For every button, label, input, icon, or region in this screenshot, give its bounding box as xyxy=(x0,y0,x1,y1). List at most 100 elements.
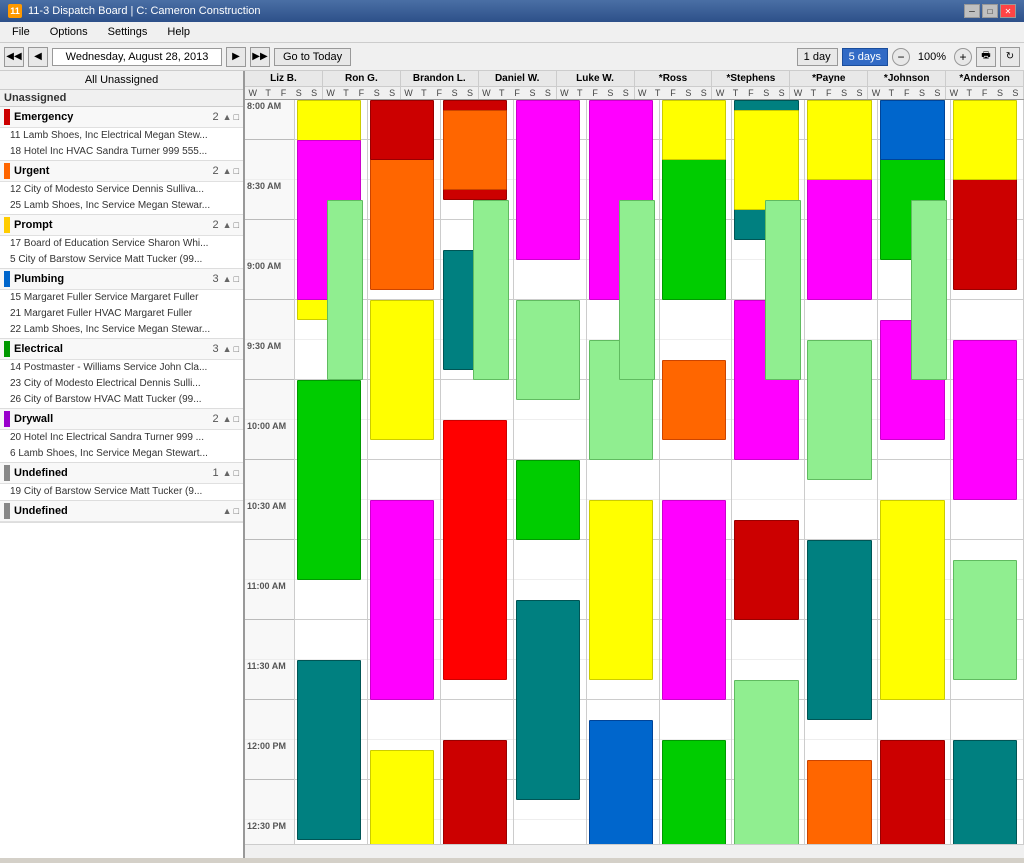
close-button[interactable]: ✕ xyxy=(1000,4,1016,18)
job-block[interactable] xyxy=(880,500,944,700)
job-block[interactable] xyxy=(370,500,434,700)
category-undefined-1-header[interactable]: Undefined 1 ▲ □ xyxy=(0,463,243,484)
job-block[interactable] xyxy=(370,750,434,844)
job-block[interactable] xyxy=(807,540,871,720)
job-block[interactable] xyxy=(443,740,507,844)
job-block[interactable] xyxy=(880,100,944,160)
list-item[interactable]: 20 Hotel Inc Electrical Sandra Turner 99… xyxy=(0,430,243,446)
next-next-button[interactable]: ▶▶ xyxy=(250,47,270,67)
schedule-grid[interactable]: 8:00 AM8:30 AM9:00 AM9:30 AM10:00 AM10:3… xyxy=(245,100,1024,844)
list-item[interactable]: 12 City of Modesto Service Dennis Sulliv… xyxy=(0,182,243,198)
job-block[interactable] xyxy=(953,340,1017,500)
print-button[interactable]: 🖶 xyxy=(976,47,996,67)
list-item[interactable]: 21 Margaret Fuller HVAC Margaret Fuller xyxy=(0,306,243,322)
job-block[interactable] xyxy=(953,740,1017,844)
prev-prev-button[interactable]: ◀◀ xyxy=(4,47,24,67)
tech-name: *Anderson xyxy=(946,71,1023,87)
left-panel-scroll[interactable]: Emergency 2 ▲ □ 11 Lamb Shoes, Inc Elect… xyxy=(0,107,243,858)
view-5days-button[interactable]: 5 days xyxy=(842,48,888,66)
next-button[interactable]: ▶ xyxy=(226,47,246,67)
expand-icon[interactable]: □ xyxy=(234,112,239,122)
job-block[interactable] xyxy=(734,680,798,844)
job-block[interactable] xyxy=(327,200,363,380)
category-drywall-header[interactable]: Drywall 2 ▲ □ xyxy=(0,409,243,430)
job-block[interactable] xyxy=(807,100,871,180)
job-block[interactable] xyxy=(370,100,434,160)
job-block[interactable] xyxy=(734,520,798,620)
expand-icon[interactable]: □ xyxy=(234,166,239,176)
collapse-icon[interactable]: ▲ xyxy=(223,468,232,478)
view-1day-button[interactable]: 1 day xyxy=(797,48,838,66)
collapse-icon[interactable]: ▲ xyxy=(223,274,232,284)
list-item[interactable]: 17 Board of Education Service Sharon Whi… xyxy=(0,236,243,252)
category-urgent-header[interactable]: Urgent 2 ▲ □ xyxy=(0,161,243,182)
job-block[interactable] xyxy=(619,200,655,380)
job-block[interactable] xyxy=(443,110,507,190)
collapse-icon[interactable]: ▲ xyxy=(223,506,232,516)
expand-icon[interactable]: □ xyxy=(234,506,239,516)
job-block[interactable] xyxy=(443,420,507,680)
list-item[interactable]: 15 Margaret Fuller Service Margaret Full… xyxy=(0,290,243,306)
list-item[interactable]: 23 City of Modesto Electrical Dennis Sul… xyxy=(0,376,243,392)
list-item[interactable]: 6 Lamb Shoes, Inc Service Megan Stewart.… xyxy=(0,446,243,462)
job-block[interactable] xyxy=(589,720,653,844)
job-block[interactable] xyxy=(473,200,509,380)
minimize-button[interactable]: ─ xyxy=(964,4,980,18)
list-item[interactable]: 5 City of Barstow Service Matt Tucker (9… xyxy=(0,252,243,268)
expand-icon[interactable]: □ xyxy=(234,220,239,230)
job-block[interactable] xyxy=(953,560,1017,680)
job-block[interactable] xyxy=(765,200,801,380)
job-block[interactable] xyxy=(516,100,580,260)
refresh-button[interactable]: ↻ xyxy=(1000,47,1020,67)
list-item[interactable]: 11 Lamb Shoes, Inc Electrical Megan Stew… xyxy=(0,128,243,144)
job-block[interactable] xyxy=(516,460,580,540)
list-item[interactable]: 25 Lamb Shoes, Inc Service Megan Stewar.… xyxy=(0,198,243,214)
list-item[interactable]: 22 Lamb Shoes, Inc Service Megan Stewar.… xyxy=(0,322,243,338)
list-item[interactable]: 26 City of Barstow HVAC Matt Tucker (99.… xyxy=(0,392,243,408)
menu-options[interactable]: Options xyxy=(42,24,96,40)
collapse-icon[interactable]: ▲ xyxy=(223,220,232,230)
menu-settings[interactable]: Settings xyxy=(100,24,156,40)
zoom-in-button[interactable]: + xyxy=(954,48,972,66)
zoom-out-button[interactable]: − xyxy=(892,48,910,66)
job-block[interactable] xyxy=(662,100,726,160)
menu-file[interactable]: File xyxy=(4,24,38,40)
job-block[interactable] xyxy=(662,740,726,844)
category-emergency-header[interactable]: Emergency 2 ▲ □ xyxy=(0,107,243,128)
category-plumbing-header[interactable]: Plumbing 3 ▲ □ xyxy=(0,269,243,290)
job-block[interactable] xyxy=(297,660,361,840)
job-block[interactable] xyxy=(953,100,1017,180)
job-block[interactable] xyxy=(370,300,434,440)
category-undefined-2-header[interactable]: Undefined ▲ □ xyxy=(0,501,243,522)
collapse-icon[interactable]: ▲ xyxy=(223,112,232,122)
job-block[interactable] xyxy=(662,360,726,440)
expand-icon[interactable]: □ xyxy=(234,468,239,478)
expand-icon[interactable]: □ xyxy=(234,274,239,284)
collapse-icon[interactable]: ▲ xyxy=(223,344,232,354)
job-block[interactable] xyxy=(662,500,726,700)
maximize-button[interactable]: □ xyxy=(982,4,998,18)
category-electrical-header[interactable]: Electrical 3 ▲ □ xyxy=(0,339,243,360)
job-block[interactable] xyxy=(807,760,871,844)
job-block[interactable] xyxy=(516,300,580,400)
list-item[interactable]: 18 Hotel Inc HVAC Sandra Turner 999 555.… xyxy=(0,144,243,160)
collapse-icon[interactable]: ▲ xyxy=(223,166,232,176)
category-prompt-header[interactable]: Prompt 2 ▲ □ xyxy=(0,215,243,236)
list-item[interactable]: 19 City of Barstow Service Matt Tucker (… xyxy=(0,484,243,500)
bottom-scrollbar[interactable] xyxy=(245,844,1024,858)
expand-icon[interactable]: □ xyxy=(234,344,239,354)
goto-today-button[interactable]: Go to Today xyxy=(274,48,351,66)
list-item[interactable]: 14 Postmaster - Williams Service John Cl… xyxy=(0,360,243,376)
job-block[interactable] xyxy=(880,740,944,844)
job-block[interactable] xyxy=(297,380,361,580)
job-block[interactable] xyxy=(516,600,580,800)
collapse-icon[interactable]: ▲ xyxy=(223,414,232,424)
job-block[interactable] xyxy=(911,200,947,380)
job-block[interactable] xyxy=(807,340,871,480)
tech-name: *Ross xyxy=(635,71,712,87)
prev-button[interactable]: ◀ xyxy=(28,47,48,67)
job-block[interactable] xyxy=(589,500,653,680)
expand-icon[interactable]: □ xyxy=(234,414,239,424)
job-block[interactable] xyxy=(734,110,798,210)
menu-help[interactable]: Help xyxy=(159,24,198,40)
